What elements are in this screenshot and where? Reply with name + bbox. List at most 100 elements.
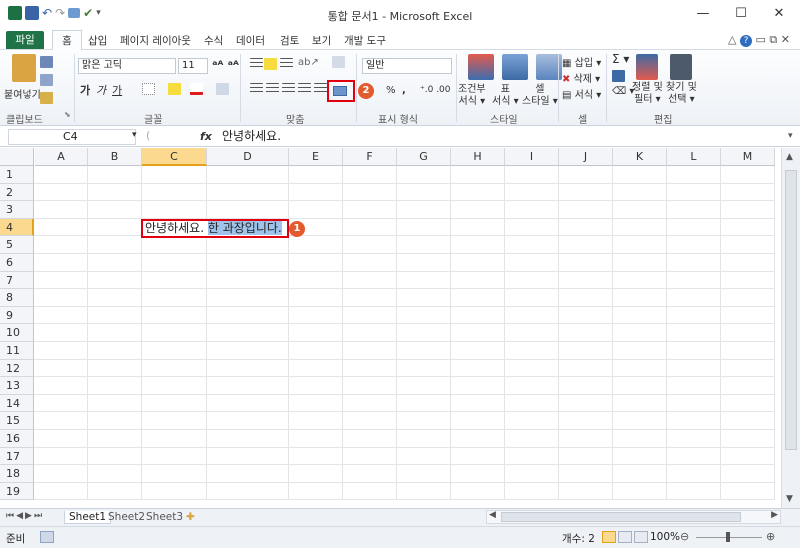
row-header-9[interactable]: 9 xyxy=(0,306,34,325)
format-table-icon[interactable] xyxy=(502,54,528,80)
zoom-slider-thumb[interactable] xyxy=(726,532,730,542)
phonetic-icon[interactable] xyxy=(216,83,229,95)
tab-insert[interactable]: 삽입 xyxy=(88,33,107,48)
page-layout-view-icon[interactable] xyxy=(618,531,632,543)
clear-icon[interactable]: ⌫ ▾ xyxy=(612,86,634,97)
active-cell-c4[interactable]: 안녕하세요. 한 과장입니다. xyxy=(141,219,289,238)
conditional-format-icon[interactable] xyxy=(468,54,494,80)
column-header-c[interactable]: C xyxy=(142,148,207,166)
help-icon[interactable]: ? xyxy=(739,35,752,47)
scroll-up-icon[interactable]: ▲ xyxy=(786,152,793,162)
autosum-button[interactable]: Σ ▾ xyxy=(612,52,629,66)
orientation-icon[interactable]: ab↗ xyxy=(298,57,319,68)
row-header-14[interactable]: 14 xyxy=(0,394,34,413)
window-restore-icon[interactable]: ▭ ⧉ ✕ xyxy=(755,33,789,46)
conditional-format-button[interactable]: 조건부 서식 ▾ xyxy=(458,84,486,108)
paste-button[interactable]: 붙여넣기 xyxy=(4,86,41,101)
format-table-button[interactable]: 표 서식 ▾ xyxy=(492,84,519,108)
sheet-tab-1[interactable]: Sheet1 xyxy=(64,511,112,524)
column-header-b[interactable]: B xyxy=(88,148,142,166)
font-color-icon[interactable] xyxy=(190,83,203,95)
tab-file[interactable]: 파일 xyxy=(6,31,44,49)
clipboard-launcher-icon[interactable]: ⬊ xyxy=(64,110,71,119)
comma-button[interactable]: , xyxy=(402,85,406,96)
fill-color-icon[interactable] xyxy=(168,83,181,95)
paste-icon[interactable] xyxy=(12,54,36,82)
close-button[interactable]: ✕ xyxy=(768,6,790,22)
bold-button[interactable]: 가 xyxy=(80,82,90,98)
number-format-select[interactable]: 일반 xyxy=(362,58,452,74)
row-header-8[interactable]: 8 xyxy=(0,289,34,307)
minimize-ribbon-icon[interactable]: △ xyxy=(728,33,736,46)
font-size-select[interactable]: 11 xyxy=(178,58,208,74)
format-painter-icon[interactable] xyxy=(40,92,53,104)
tab-review[interactable]: 검토 xyxy=(280,33,299,48)
new-sheet-icon[interactable]: ✚ xyxy=(186,511,195,523)
cell-styles-button[interactable]: 셀 스타일 ▾ xyxy=(522,84,558,108)
align-middle-icon[interactable] xyxy=(264,58,277,70)
column-header-l[interactable]: L xyxy=(667,148,721,166)
row-header-4[interactable]: 4 xyxy=(0,218,34,237)
tab-data[interactable]: 데이터 xyxy=(236,33,265,48)
column-header-k[interactable]: K xyxy=(613,148,667,166)
fill-icon[interactable] xyxy=(612,70,625,82)
wrap-text-icon[interactable] xyxy=(332,56,345,68)
normal-view-icon[interactable] xyxy=(602,531,616,543)
scroll-right-icon[interactable]: ▶ xyxy=(771,510,778,520)
expand-formula-icon[interactable]: ▾ xyxy=(788,131,793,141)
decimal-buttons[interactable]: ⁺.0 .00 xyxy=(420,85,451,95)
row-header-6[interactable]: 6 xyxy=(0,254,34,272)
column-header-m[interactable]: M xyxy=(721,148,775,166)
row-header-7[interactable]: 7 xyxy=(0,271,34,290)
macro-record-icon[interactable] xyxy=(40,531,54,543)
tab-page-layout[interactable]: 페이지 레이아웃 xyxy=(120,33,191,48)
align-bottom-icon[interactable] xyxy=(280,58,293,70)
column-header-a[interactable]: A xyxy=(35,148,88,166)
zoom-in-icon[interactable]: ⊕ xyxy=(766,530,775,543)
sheet-nav-icons[interactable]: ⏮◀▶⏭ xyxy=(6,511,44,521)
maximize-button[interactable]: ☐ xyxy=(730,6,752,22)
formula-input[interactable]: 안녕하세요. xyxy=(222,129,787,145)
hscroll-thumb[interactable] xyxy=(501,512,741,522)
column-header-j[interactable]: J xyxy=(559,148,613,166)
sheet-tab-2[interactable]: Sheet2 xyxy=(108,511,145,523)
name-box-dropdown-icon[interactable]: ▾ xyxy=(132,130,137,140)
scroll-down-icon[interactable]: ▼ xyxy=(786,494,793,504)
zoom-out-icon[interactable]: ⊖ xyxy=(680,530,689,543)
scroll-left-icon[interactable]: ◀ xyxy=(489,510,496,520)
column-header-f[interactable]: F xyxy=(343,148,397,166)
align-right-icon[interactable] xyxy=(282,83,295,95)
column-header-g[interactable]: G xyxy=(397,148,451,166)
column-header-d[interactable]: D xyxy=(207,148,289,166)
italic-button[interactable]: 가 xyxy=(96,82,106,98)
row-header-10[interactable]: 10 xyxy=(0,324,34,342)
align-left-icon[interactable] xyxy=(250,83,263,95)
align-top-icon[interactable] xyxy=(250,58,263,70)
scroll-thumb[interactable] xyxy=(785,170,797,450)
font-grow-icon[interactable]: ᵃᴬ ᵃᴬ xyxy=(212,58,239,72)
row-header-15[interactable]: 15 xyxy=(0,412,34,430)
horizontal-scrollbar[interactable]: ◀ ▶ xyxy=(486,510,781,524)
select-all-button[interactable] xyxy=(0,148,34,166)
merge-center-button[interactable] xyxy=(327,80,355,102)
column-header-h[interactable]: H xyxy=(451,148,505,166)
align-center-icon[interactable] xyxy=(266,83,279,95)
worksheet-grid[interactable]: ABCDEFGHIJKLM 1 2 3 4 5 6 7 8 9 10 11 12 13 14 15 16 17 1… xyxy=(0,148,800,508)
indent-decrease-icon[interactable] xyxy=(298,83,311,95)
tab-home[interactable]: 홈 xyxy=(52,30,82,51)
cut-icon[interactable] xyxy=(40,56,53,68)
sheet-tab-3[interactable]: Sheet3 xyxy=(146,511,183,523)
percent-button[interactable]: % xyxy=(386,85,396,96)
sort-filter-button[interactable]: 정렬 및 필터 ▾ xyxy=(632,82,663,106)
binoculars-icon[interactable] xyxy=(670,54,692,80)
row-header-3[interactable]: 3 xyxy=(0,201,34,219)
row-header-17[interactable]: 17 xyxy=(0,447,34,466)
find-select-button[interactable]: 찾기 및 선택 ▾ xyxy=(666,82,697,106)
row-header-2[interactable]: 2 xyxy=(0,183,34,202)
delete-cells-button[interactable]: ✖ 삭제 ▾ xyxy=(562,70,600,85)
format-cells-button[interactable]: ▤ 서식 ▾ xyxy=(562,86,601,101)
name-box[interactable]: C4 xyxy=(8,129,136,145)
indent-increase-icon[interactable] xyxy=(314,83,327,95)
cancel-entry-icon[interactable]: ( xyxy=(146,129,150,142)
minimize-button[interactable]: — xyxy=(692,6,714,22)
